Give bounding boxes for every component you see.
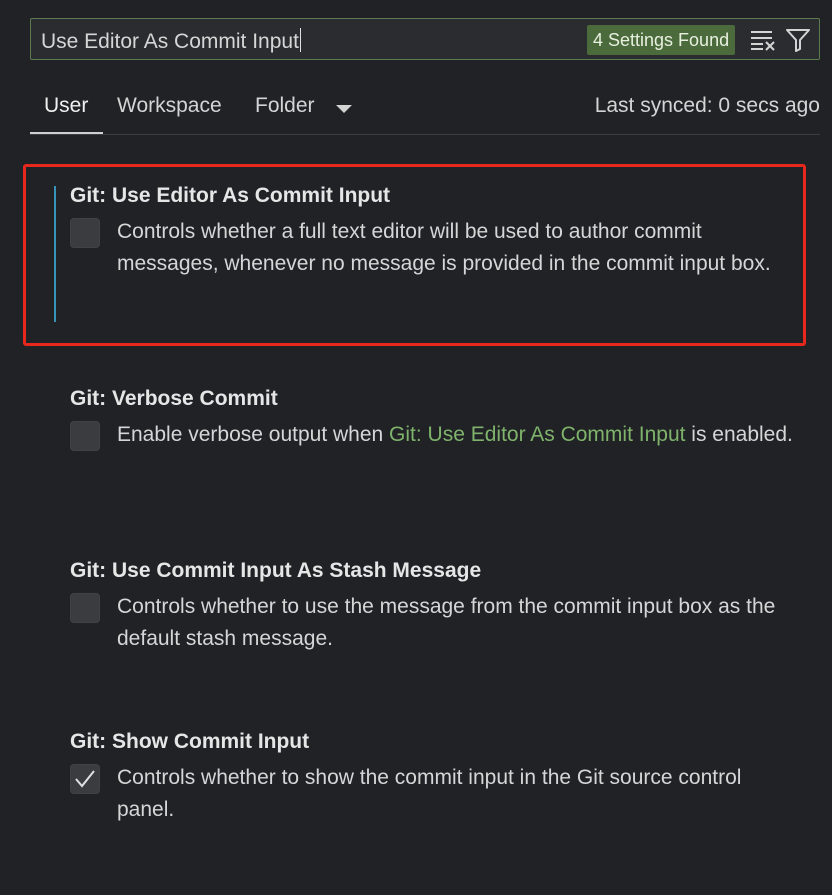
- setting-row: Controls whether to show the commit inpu…: [70, 762, 800, 826]
- search-input[interactable]: Use Editor As Commit Input: [41, 28, 301, 54]
- setting-title: Git: Use Editor As Commit Input: [70, 184, 391, 207]
- clear-filter-icon[interactable]: [749, 27, 777, 53]
- setting-description: Controls whether a full text editor will…: [117, 220, 771, 275]
- setting-title: Git: Show Commit Input: [70, 730, 310, 753]
- setting-use-editor-as-commit-input: Git: Use Editor As Commit Input Controls…: [70, 184, 800, 280]
- settings-search-bar: Use Editor As Commit Input 4 Settings Fo…: [30, 18, 820, 60]
- setting-description: Controls whether to use the message from…: [117, 595, 776, 650]
- check-icon: [75, 770, 95, 788]
- results-count-badge: 4 Settings Found: [587, 25, 736, 55]
- setting-row: Controls whether a full text editor will…: [70, 216, 800, 280]
- setting-checkbox[interactable]: [70, 218, 100, 248]
- setting-row: Enable verbose output when Git: Use Edit…: [70, 419, 800, 451]
- settings-scope-tabs: User Workspace Folder Last synced: 0 sec…: [30, 88, 820, 135]
- setting-checkbox[interactable]: [70, 593, 100, 623]
- filter-icon[interactable]: [784, 27, 812, 53]
- setting-show-commit-input: Git: Show Commit Input Controls whether …: [70, 730, 800, 826]
- setting-verbose-commit: Git: Verbose Commit Enable verbose outpu…: [70, 387, 800, 451]
- text-cursor: [299, 28, 301, 52]
- chevron-down-icon[interactable]: [336, 105, 352, 113]
- active-tab-indicator: [30, 132, 103, 134]
- last-synced-status: Last synced: 0 secs ago: [594, 94, 820, 117]
- tab-user[interactable]: User: [44, 94, 88, 118]
- tab-folder[interactable]: Folder: [255, 94, 315, 118]
- setting-use-commit-input-as-stash-message: Git: Use Commit Input As Stash Message C…: [70, 559, 800, 655]
- setting-link[interactable]: Git: Use Editor As Commit Input: [389, 423, 685, 446]
- setting-description: Controls whether to show the commit inpu…: [117, 766, 742, 821]
- tab-workspace[interactable]: Workspace: [117, 94, 222, 118]
- setting-checkbox[interactable]: [70, 421, 100, 451]
- focused-setting-indicator: [54, 186, 56, 322]
- setting-row: Controls whether to use the message from…: [70, 591, 800, 655]
- setting-description: Enable verbose output when Git: Use Edit…: [117, 423, 793, 446]
- setting-title: Git: Verbose Commit: [70, 387, 278, 410]
- settings-editor: Use Editor As Commit Input 4 Settings Fo…: [0, 0, 832, 895]
- setting-title: Git: Use Commit Input As Stash Message: [70, 559, 482, 582]
- setting-checkbox-checked[interactable]: [70, 764, 100, 794]
